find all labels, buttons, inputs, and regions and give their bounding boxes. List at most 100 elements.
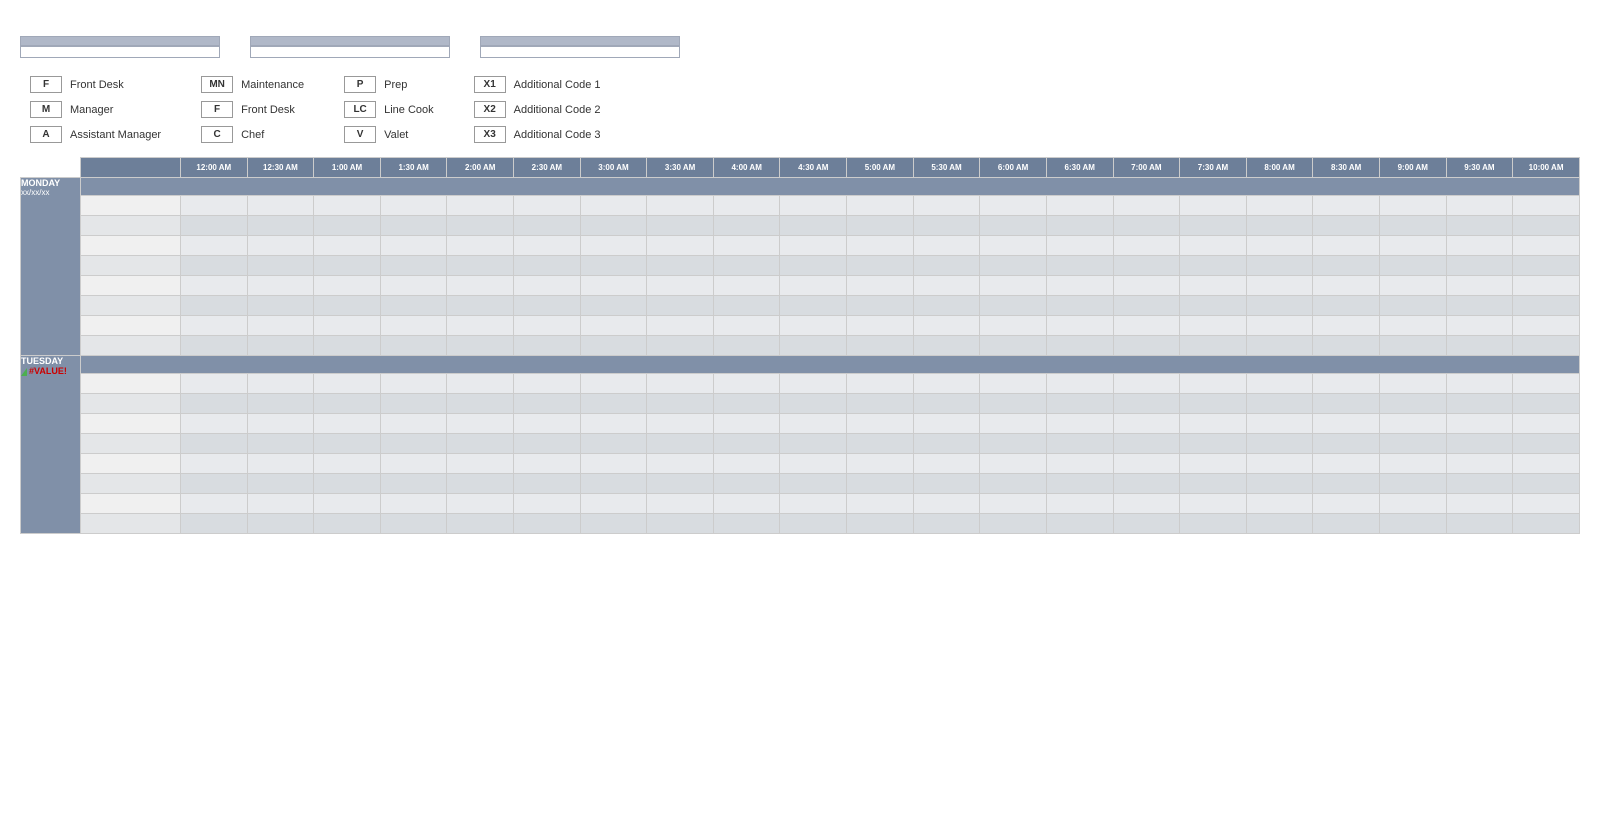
schedule-cell[interactable] — [1379, 336, 1446, 356]
schedule-cell[interactable] — [713, 514, 780, 534]
schedule-cell[interactable] — [447, 196, 514, 216]
schedule-cell[interactable] — [181, 316, 248, 336]
schedule-cell[interactable] — [647, 276, 714, 296]
schedule-cell[interactable] — [580, 414, 647, 434]
schedule-cell[interactable] — [514, 454, 581, 474]
schedule-cell[interactable] — [1046, 414, 1113, 434]
schedule-cell[interactable] — [514, 434, 581, 454]
schedule-cell[interactable] — [380, 216, 447, 236]
schedule-cell[interactable] — [1379, 494, 1446, 514]
schedule-cell[interactable] — [1379, 256, 1446, 276]
schedule-cell[interactable] — [1113, 474, 1180, 494]
schedule-cell[interactable] — [1113, 454, 1180, 474]
schedule-cell[interactable] — [913, 236, 980, 256]
employee-name-cell[interactable] — [81, 454, 181, 474]
schedule-cell[interactable] — [713, 454, 780, 474]
schedule-cell[interactable] — [780, 316, 847, 336]
schedule-cell[interactable] — [1246, 296, 1313, 316]
schedule-cell[interactable] — [181, 494, 248, 514]
schedule-cell[interactable] — [447, 336, 514, 356]
schedule-cell[interactable] — [1313, 394, 1380, 414]
schedule-cell[interactable] — [247, 414, 314, 434]
schedule-cell[interactable] — [1513, 336, 1580, 356]
schedule-cell[interactable] — [1046, 514, 1113, 534]
schedule-cell[interactable] — [913, 196, 980, 216]
schedule-cell[interactable] — [913, 316, 980, 336]
schedule-cell[interactable] — [247, 394, 314, 414]
schedule-cell[interactable] — [181, 374, 248, 394]
schedule-cell[interactable] — [447, 276, 514, 296]
schedule-cell[interactable] — [380, 296, 447, 316]
schedule-cell[interactable] — [1313, 276, 1380, 296]
employee-name-cell[interactable] — [81, 514, 181, 534]
schedule-cell[interactable] — [580, 336, 647, 356]
schedule-cell[interactable] — [1513, 196, 1580, 216]
schedule-cell[interactable] — [713, 336, 780, 356]
schedule-cell[interactable] — [1113, 336, 1180, 356]
schedule-cell[interactable] — [181, 454, 248, 474]
schedule-cell[interactable] — [1313, 256, 1380, 276]
employee-name-cell[interactable] — [81, 336, 181, 356]
schedule-cell[interactable] — [1513, 414, 1580, 434]
schedule-cell[interactable] — [980, 216, 1047, 236]
schedule-cell[interactable] — [1379, 236, 1446, 256]
employee-name-cell[interactable] — [81, 434, 181, 454]
schedule-cell[interactable] — [380, 276, 447, 296]
schedule-cell[interactable] — [1246, 236, 1313, 256]
schedule-cell[interactable] — [980, 414, 1047, 434]
schedule-cell[interactable] — [514, 216, 581, 236]
schedule-cell[interactable] — [447, 394, 514, 414]
schedule-cell[interactable] — [314, 514, 381, 534]
schedule-cell[interactable] — [847, 494, 914, 514]
schedule-cell[interactable] — [447, 316, 514, 336]
schedule-cell[interactable] — [1046, 276, 1113, 296]
schedule-cell[interactable] — [1046, 394, 1113, 414]
schedule-cell[interactable] — [1246, 216, 1313, 236]
schedule-cell[interactable] — [447, 514, 514, 534]
schedule-cell[interactable] — [913, 374, 980, 394]
employee-name-cell[interactable] — [81, 256, 181, 276]
schedule-cell[interactable] — [980, 316, 1047, 336]
employee-name-cell[interactable] — [81, 276, 181, 296]
schedule-cell[interactable] — [380, 454, 447, 474]
schedule-cell[interactable] — [1313, 514, 1380, 534]
schedule-cell[interactable] — [780, 394, 847, 414]
schedule-cell[interactable] — [1313, 296, 1380, 316]
schedule-cell[interactable] — [447, 296, 514, 316]
schedule-cell[interactable] — [380, 514, 447, 534]
schedule-cell[interactable] — [447, 216, 514, 236]
schedule-cell[interactable] — [780, 514, 847, 534]
schedule-cell[interactable] — [1513, 316, 1580, 336]
schedule-cell[interactable] — [380, 236, 447, 256]
schedule-cell[interactable] — [181, 474, 248, 494]
schedule-cell[interactable] — [1313, 454, 1380, 474]
schedule-cell[interactable] — [713, 216, 780, 236]
schedule-cell[interactable] — [1446, 494, 1513, 514]
schedule-cell[interactable] — [580, 276, 647, 296]
schedule-cell[interactable] — [713, 474, 780, 494]
schedule-cell[interactable] — [1513, 296, 1580, 316]
schedule-cell[interactable] — [1446, 336, 1513, 356]
schedule-cell[interactable] — [247, 434, 314, 454]
schedule-cell[interactable] — [1246, 256, 1313, 276]
schedule-cell[interactable] — [1513, 454, 1580, 474]
schedule-cell[interactable] — [1180, 414, 1247, 434]
schedule-cell[interactable] — [1046, 256, 1113, 276]
schedule-cell[interactable] — [1446, 374, 1513, 394]
schedule-cell[interactable] — [1046, 336, 1113, 356]
schedule-cell[interactable] — [1513, 474, 1580, 494]
schedule-cell[interactable] — [647, 256, 714, 276]
schedule-cell[interactable] — [780, 236, 847, 256]
schedule-cell[interactable] — [713, 434, 780, 454]
schedule-cell[interactable] — [980, 494, 1047, 514]
schedule-cell[interactable] — [647, 296, 714, 316]
schedule-cell[interactable] — [447, 374, 514, 394]
schedule-cell[interactable] — [447, 474, 514, 494]
schedule-cell[interactable] — [314, 196, 381, 216]
schedule-cell[interactable] — [314, 336, 381, 356]
schedule-cell[interactable] — [181, 216, 248, 236]
schedule-cell[interactable] — [447, 434, 514, 454]
schedule-cell[interactable] — [447, 454, 514, 474]
schedule-cell[interactable] — [580, 474, 647, 494]
schedule-cell[interactable] — [1379, 296, 1446, 316]
